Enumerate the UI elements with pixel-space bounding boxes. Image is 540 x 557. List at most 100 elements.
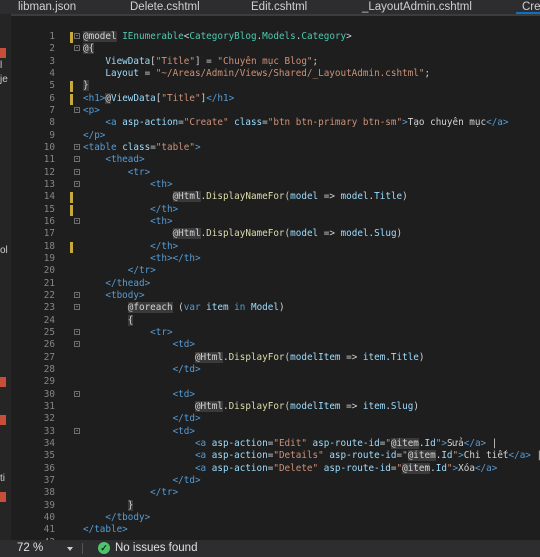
tab-delete-cshtml[interactable]: Delete.cshtml — [124, 0, 226, 14]
code-line[interactable]: 2 - @{ — [11, 43, 540, 55]
code-line[interactable]: 11 - <thead> — [11, 154, 540, 166]
code-line[interactable]: 16 - <th> — [11, 216, 540, 228]
code-token: </a> — [463, 437, 487, 449]
code-token: | — [536, 450, 540, 462]
code-line[interactable]: 12 - <tr> — [11, 167, 540, 179]
fold-toggle-icon[interactable]: - — [74, 180, 80, 187]
tab-edit-cshtml[interactable]: Edit.cshtml — [245, 0, 337, 14]
code-line[interactable]: 25 - <tr> — [11, 327, 540, 339]
code-token: ) — [413, 400, 419, 412]
fold-toggle-icon[interactable]: - — [74, 427, 80, 434]
status-bar: 72 % ✓ No issues found — [0, 540, 540, 557]
code-line[interactable]: 6 <h1>@ViewData["Title"]</h1> — [11, 92, 540, 105]
code-text: @foreach (var item in Model) — [83, 302, 285, 314]
code-text: @Html.DisplayNameFor(model => model.Titl… — [83, 191, 408, 203]
code-line[interactable]: 29 — [11, 376, 540, 388]
code-line[interactable]: 31 @Html.DisplayFor(modelItem => item.Sl… — [11, 400, 540, 413]
zoom-dropdown[interactable]: 72 % — [3, 540, 75, 557]
code-text: </th> — [83, 204, 178, 216]
code-line[interactable]: 36 <a asp-action="Delete" asp-route-id="… — [11, 462, 540, 475]
error-marker — [0, 492, 6, 502]
code-line[interactable]: 24 { — [11, 314, 540, 327]
code-token: <a — [105, 117, 123, 129]
fold-toggle-icon[interactable]: - — [74, 341, 80, 348]
code-line[interactable]: 20 </tr> — [11, 265, 540, 277]
chevron-down-icon — [67, 547, 73, 551]
fold-toggle-icon[interactable]: - — [74, 45, 80, 52]
issues-status-text[interactable]: No issues found — [115, 540, 197, 557]
code-token: <a — [194, 462, 212, 474]
tab-create-cshtml[interactable]: Cre — [516, 0, 540, 14]
code-line[interactable]: 5} — [11, 80, 540, 93]
code-line[interactable]: 17 @Html.DisplayNameFor(model => model.S… — [11, 228, 540, 240]
fold-toggle-icon[interactable]: - — [74, 33, 80, 40]
code-line[interactable]: 3 ViewData["Title"] = "Chuyên mục Blog"; — [11, 56, 540, 68]
fold-toggle-icon[interactable]: - — [74, 390, 80, 397]
code-line[interactable]: 34 <a asp-action="Edit" asp-route-id="@i… — [11, 437, 540, 450]
code-line[interactable]: 40 </tbody> — [11, 512, 540, 524]
code-line[interactable]: 35 <a asp-action="Details" asp-route-id=… — [11, 450, 540, 462]
code-line[interactable]: 30 - <td> — [11, 389, 540, 401]
code-text: <tr> — [83, 327, 172, 339]
tab-libman-json[interactable]: libman.json — [12, 0, 120, 14]
code-token: | — [486, 437, 498, 449]
code-text: </tr> — [83, 487, 178, 499]
code-token: </h1> — [206, 92, 235, 104]
code-line[interactable]: 22 - <tbody> — [11, 290, 540, 302]
code-token: model — [340, 191, 369, 203]
code-line[interactable]: 1 - @model IEnumerable<CategoryBlog.Models… — [11, 31, 540, 43]
fold-toggle-icon[interactable]: - — [74, 143, 80, 150]
code-token: ( — [172, 302, 184, 314]
fold-toggle-icon[interactable]: - — [74, 168, 80, 175]
code-token: item — [362, 351, 386, 363]
code-token: "Chuyên mục Blog" — [217, 55, 313, 67]
fold-toggle-icon[interactable]: - — [74, 106, 80, 113]
code-line[interactable]: 9 </p> — [11, 130, 540, 142]
code-token: asp-route-id — [306, 437, 380, 449]
panel-fragment: je — [0, 74, 8, 85]
code-line[interactable]: 13 - <th> — [11, 179, 540, 191]
code-line[interactable]: 21 </thead> — [11, 278, 540, 290]
line-number: 9 — [49, 129, 55, 141]
code-line[interactable]: 41 </table> — [11, 524, 540, 536]
code-line[interactable]: 8 <a asp-action="Create" class="btn btn-… — [11, 117, 540, 129]
line-number: 25 — [43, 326, 55, 338]
code-line[interactable]: 18 </th> — [11, 241, 540, 253]
code-line[interactable]: 26 - <td> — [11, 339, 540, 351]
code-line[interactable]: 37 </td> — [11, 475, 540, 487]
code-line[interactable]: 4 Layout = "~/Areas/Admin/Views/Shared/_… — [11, 68, 540, 80]
code-line[interactable]: 14 @Html.DisplayNameFor(model => model.T… — [11, 191, 540, 204]
fold-toggle-icon[interactable]: - — [74, 156, 80, 163]
code-token: CategoryBlog — [189, 31, 257, 42]
tab-layoutadmin-cshtml[interactable]: _LayoutAdmin.cshtml — [356, 0, 498, 14]
code-token: Title — [374, 191, 403, 203]
code-line[interactable]: 38 </tr> — [11, 487, 540, 499]
code-line[interactable]: 39 } — [11, 499, 540, 512]
code-line[interactable]: 15 </th> — [11, 204, 540, 216]
code-line[interactable]: 19 <th></th> — [11, 253, 540, 265]
line-number: 33 — [43, 425, 55, 437]
code-text: </th> — [83, 241, 178, 253]
fold-toggle-icon[interactable]: - — [74, 328, 80, 335]
code-line[interactable]: 33 - <td> — [11, 426, 540, 438]
code-line[interactable]: 28 </td> — [11, 364, 540, 376]
fold-toggle-icon[interactable]: - — [74, 304, 80, 311]
line-number: 14 — [43, 191, 55, 203]
fold-toggle-icon[interactable]: - — [74, 217, 80, 224]
code-line[interactable]: 10 - <table class="table"> — [11, 142, 540, 154]
code-editor[interactable]: 1- @model IEnumerable<CategoryBlog.Models… — [11, 14, 540, 540]
check-circle-icon[interactable]: ✓ — [98, 542, 110, 554]
code-line[interactable]: 27 @Html.DisplayFor(modelItem => item.Ti… — [11, 351, 540, 364]
code-line[interactable]: 32 </td> — [11, 413, 540, 425]
code-text: <th> — [83, 179, 172, 191]
fold-toggle-icon[interactable]: - — [74, 291, 80, 298]
code-token: </tr> — [127, 265, 156, 277]
code-line[interactable]: 23 - @foreach (var item in Model) — [11, 302, 540, 314]
code-line[interactable]: 7 - <p> — [11, 105, 540, 117]
